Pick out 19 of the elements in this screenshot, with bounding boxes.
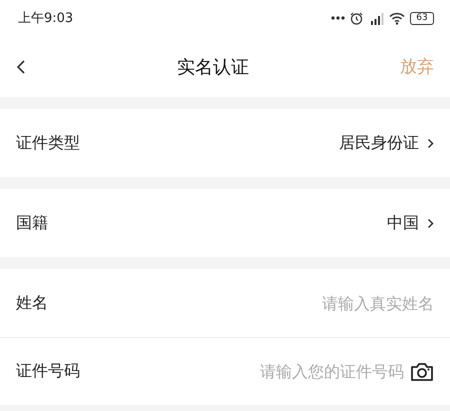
- more-dots-icon: [331, 16, 345, 20]
- chevron-right-icon[interactable]: [427, 218, 434, 228]
- field-label: 姓名: [16, 292, 48, 314]
- camera-icon[interactable]: [410, 362, 434, 382]
- field-label: 证件类型: [16, 132, 80, 154]
- field-label: 国籍: [16, 212, 48, 234]
- field-label: 证件号码: [16, 361, 80, 382]
- back-button[interactable]: [16, 58, 26, 74]
- wifi-icon: [389, 12, 405, 24]
- select-value[interactable]: 中国: [387, 212, 419, 234]
- battery-level: 63: [410, 12, 434, 24]
- alarm-clock-icon: [350, 12, 363, 24]
- page-title: 实名认证: [177, 56, 249, 78]
- chevron-right-icon[interactable]: [427, 138, 434, 148]
- select-value[interactable]: 居民身份证: [339, 132, 419, 154]
- input-field[interactable]: 请输入真实姓名: [234, 294, 434, 312]
- input-field[interactable]: 请输入您的证件号码: [234, 362, 404, 381]
- status-time: 上午9:03: [18, 10, 74, 27]
- signal-icon: [368, 12, 384, 24]
